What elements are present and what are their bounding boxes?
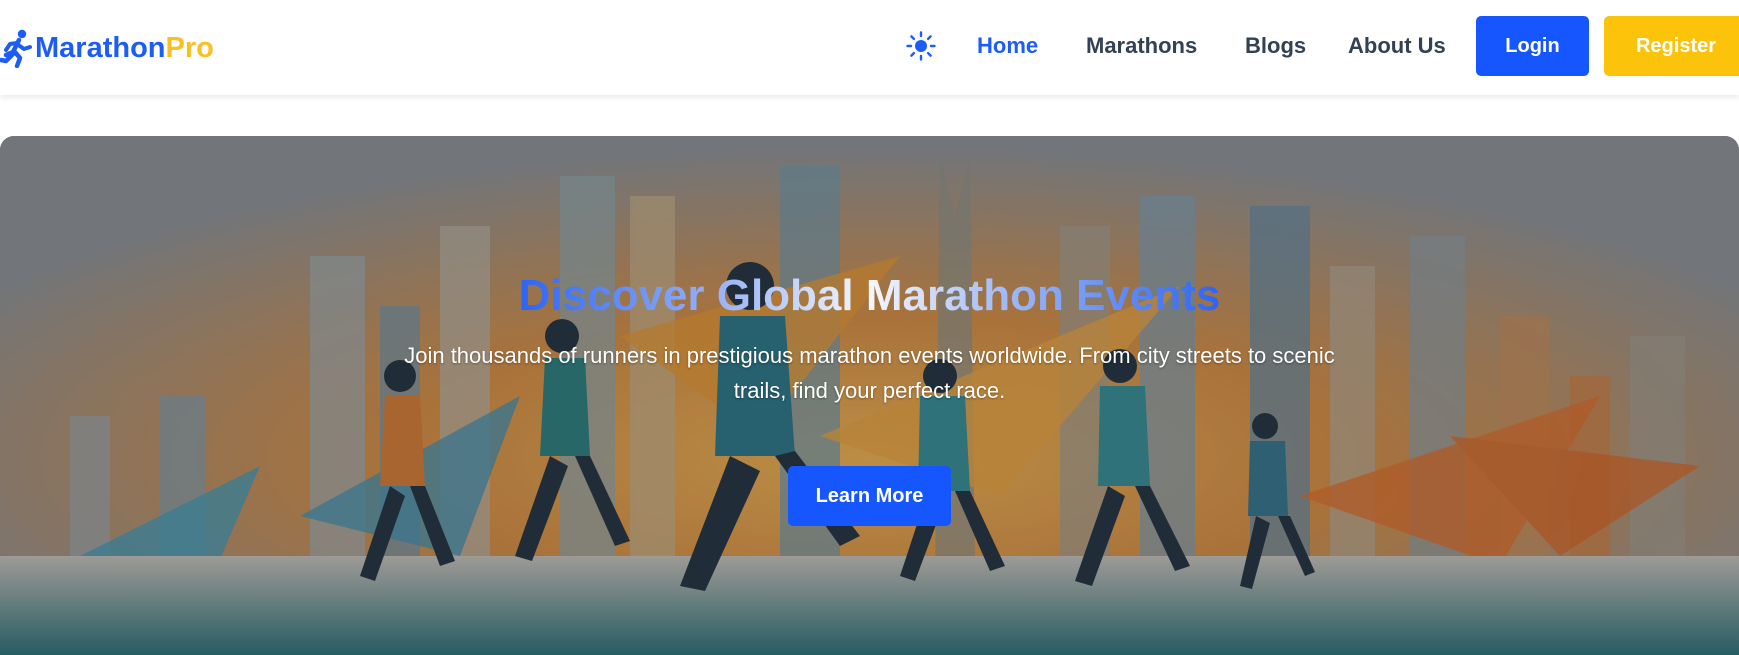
hero-subtitle: Join thousands of runners in prestigious… [404,343,1335,403]
runner-icon [0,29,32,68]
sun-icon [906,31,936,61]
brand-name-part2: Pro [165,31,214,64]
hero-title: Discover Global Marathon Events [517,268,1222,324]
nav-link-blogs[interactable]: Blogs [1245,33,1306,59]
register-button[interactable]: Register [1604,16,1739,76]
navbar: MarathonPro Home Marathons Blogs About U… [0,0,1739,95]
nav-link-about-us[interactable]: About Us [1348,33,1446,59]
logo[interactable]: MarathonPro [0,24,214,72]
brand-name-part1: Marathon [35,31,166,64]
nav-link-marathons[interactable]: Marathons [1086,33,1197,59]
learn-more-button[interactable]: Learn More [788,466,951,526]
brand-name: MarathonPro [35,32,214,65]
nav-link-home[interactable]: Home [977,33,1038,59]
hero-title-container: Discover Global Marathon Events [517,268,1222,328]
login-button[interactable]: Login [1476,16,1589,76]
theme-toggle-button[interactable] [906,31,936,61]
hero-banner: Discover Global Marathon Events Join tho… [0,136,1739,655]
